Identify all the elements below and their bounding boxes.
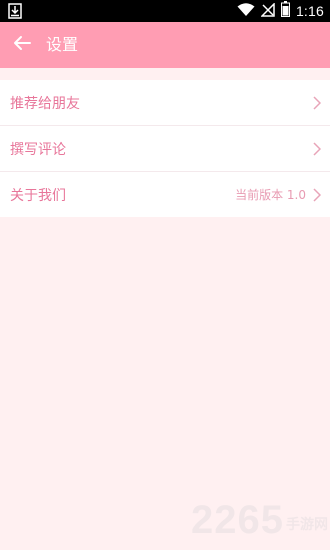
settings-list: 推荐给朋友 撰写评论 关于我们 当前版本 1.0 <box>0 80 330 217</box>
settings-item-recommend[interactable]: 推荐给朋友 <box>0 80 330 126</box>
settings-item-label: 撰写评论 <box>10 141 66 158</box>
chevron-right-icon <box>312 187 322 203</box>
status-bar: 1:16 <box>0 0 330 22</box>
watermark-suffix: 手游网 <box>286 517 328 533</box>
app-bar: 设置 <box>0 22 330 68</box>
back-button[interactable] <box>8 31 36 59</box>
version-text: 当前版本 1.0 <box>235 188 306 202</box>
arrow-left-icon <box>13 35 31 55</box>
wifi-icon <box>237 2 255 21</box>
status-time: 1:16 <box>295 3 324 19</box>
chevron-right-icon <box>312 95 322 111</box>
watermark-number: 2265 <box>191 498 284 542</box>
page-title: 设置 <box>46 35 79 54</box>
settings-item-review[interactable]: 撰写评论 <box>0 126 330 172</box>
settings-item-label: 关于我们 <box>10 187 66 204</box>
download-icon <box>8 3 22 19</box>
no-sim-icon <box>260 1 275 21</box>
settings-item-about[interactable]: 关于我们 当前版本 1.0 <box>0 172 330 217</box>
settings-item-label: 推荐给朋友 <box>10 95 80 112</box>
battery-icon <box>280 1 290 21</box>
chevron-right-icon <box>312 141 322 157</box>
watermark-logo: 2265 手游网 <box>191 500 328 540</box>
